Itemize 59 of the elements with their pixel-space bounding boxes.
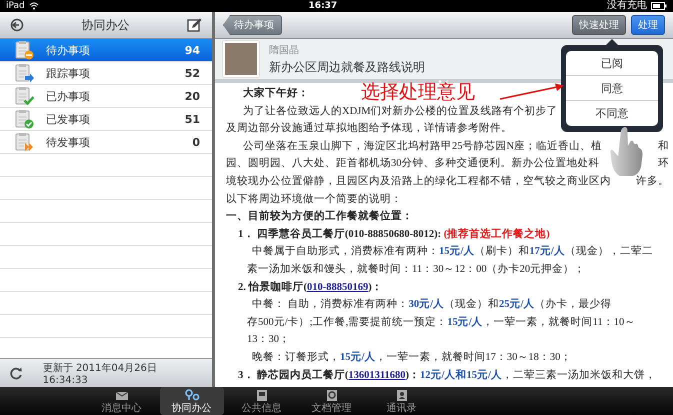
body-text-line: 大家下午好： xyxy=(243,86,309,101)
body-text-line: 2. 怡景咖啡厅(010-88850169)： xyxy=(238,280,383,295)
body-text-line: 存500元/卡）;工作餐,需要提前统一预定：15元/人，一荤一素，就餐时间11：10～ xyxy=(247,315,636,330)
body-text-line: 1． 四季慧谷员工餐厅(010-88850680-8012): (推荐首选工作餐之地) xyxy=(238,227,550,242)
body-text-line: 3． 静芯园内员工餐厅(13601311680)：12元/人和15元/人，二荤三素一汤加米饭和大饼， xyxy=(238,368,656,382)
body-text-line: 为了让各位致远人的XDJM们对新办公楼的位置及线路有个初步了 xyxy=(243,104,558,119)
body-text-line: 及周边部分设施通过草拟地图给予体现，详情请参考附件。 xyxy=(226,121,512,136)
body-text-line: 晚餐：订餐形式，15元/人，一荤一素，就餐时间17：30～18：30； xyxy=(252,350,572,365)
tab-bar-item[interactable]: 协同办公 xyxy=(160,387,224,415)
sidebar-item[interactable]: 待办事项 94 xyxy=(0,39,212,62)
phone-link[interactable]: 010-88850169 xyxy=(307,282,368,293)
sidebar-item[interactable]: 已发事项 51 xyxy=(0,108,212,131)
body-text-fragment: 许多。 xyxy=(636,174,669,189)
body-text-line: 一、目前较为方便的工作餐就餐位置： xyxy=(226,208,413,224)
clipboard-icon xyxy=(14,109,34,129)
popover-option[interactable]: 同意 xyxy=(566,76,658,101)
toolbar-button[interactable]: 快速处理 xyxy=(572,15,626,35)
body-text-line: 素一汤加米饭和馒头，就餐时间：11：30～12：00（办卡20元押金）； xyxy=(247,262,586,277)
body-text-line: 园、圆明园、八大处、距首都机场30分钟、多种交通便利。新办公位置地处科 xyxy=(226,156,600,172)
body-text-line: 中餐属于自助形式，消费标准有两种：15元/人（刷卡）和17元/人（现金），二荤二 xyxy=(252,244,653,260)
body-text-line: 境较现办公位置僻静，且园区内及沿路上的绿化工程都不错，空气较之商业区内 xyxy=(226,174,611,189)
body-text-line: 中餐： 自助，消费标准有两种：30元/人（现金）和25元/人（办卡，最少得 xyxy=(252,297,612,312)
annotation-arrow xyxy=(499,82,565,102)
panel-title: 协同办公 xyxy=(80,16,130,34)
tab-bar-item[interactable]: 公共信息 xyxy=(230,387,294,415)
sidebar-item[interactable]: 跟踪事项 52 xyxy=(0,62,212,85)
clock-time: 16:37 xyxy=(308,1,338,11)
sidebar-item[interactable]: 待发事项 0 xyxy=(0,131,212,154)
body-text-line: 公司坐落在玉泉山脚下，海淀区北坞村路甲25号静芯园N座；临近香山、植 xyxy=(243,139,602,154)
photo-placeholder xyxy=(223,41,259,77)
clipboard-icon xyxy=(14,40,34,60)
update-time: 更新于 2011年04月26日 16:34:33 xyxy=(42,362,158,386)
hand-drawing xyxy=(609,126,643,176)
phone-link[interactable]: 13601311680 xyxy=(348,370,406,380)
wifi-icon xyxy=(28,2,39,10)
body-text-line: 13：30； xyxy=(247,333,290,348)
body-text-fragment: 环 xyxy=(658,156,669,172)
page-indicator-icon xyxy=(438,80,450,82)
toolbar-button[interactable]: 处理 xyxy=(631,15,665,35)
clipboard-icon xyxy=(14,63,34,83)
tab-bar-item[interactable]: 消息中心 xyxy=(90,387,154,415)
clipboard-icon xyxy=(14,86,34,106)
refresh-icon[interactable] xyxy=(10,366,23,380)
message-subject: 新办公区周边就餐及路线说明 xyxy=(269,58,425,76)
device-name: iPad xyxy=(6,1,25,11)
logout-icon[interactable] xyxy=(10,18,24,32)
body-text-line: 以下将周边环境做一个简要的说明： xyxy=(226,192,402,207)
clipboard-icon xyxy=(14,132,34,152)
sidebar-item[interactable]: 已办事项 20 xyxy=(0,85,212,108)
tab-bar-item[interactable]: 文档管理 xyxy=(300,387,364,415)
body-text-fragment: 和 xyxy=(658,139,669,154)
battery-icon xyxy=(651,2,667,10)
popover-option[interactable]: 不同意 xyxy=(566,101,658,126)
network-icon xyxy=(184,388,200,402)
sender-name: 隋国晶 xyxy=(269,44,300,56)
popover-option[interactable]: 已阅 xyxy=(566,51,658,76)
tab-bar-item[interactable]: 通讯录 xyxy=(370,387,434,415)
compose-icon[interactable] xyxy=(187,18,202,32)
annotation-label: 选择处理意见 xyxy=(361,83,475,102)
